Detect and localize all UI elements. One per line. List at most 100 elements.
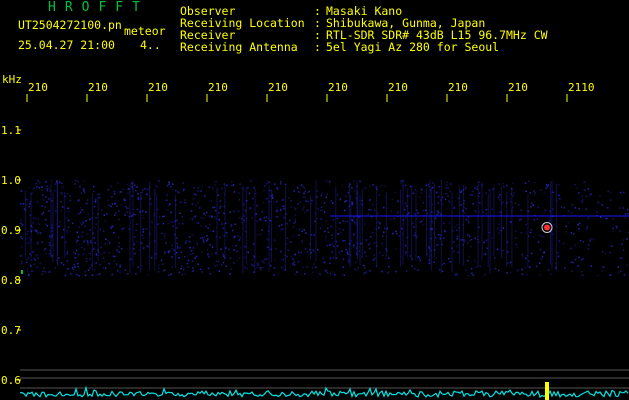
noise-pixel	[219, 236, 221, 239]
noise-pixel	[590, 237, 592, 240]
noise-pixel	[244, 266, 246, 269]
noise-pixel	[77, 236, 80, 238]
noise-pixel	[237, 210, 240, 212]
noise-pixel	[67, 226, 70, 229]
noise-pixel	[83, 211, 86, 213]
noise-pixel	[274, 183, 276, 185]
noise-pixel	[413, 234, 415, 237]
noise-pixel	[577, 265, 579, 267]
noise-pixel	[582, 258, 585, 260]
noise-pixel	[222, 253, 224, 255]
noise-pixel	[560, 206, 563, 208]
noise-pixel	[448, 257, 450, 260]
noise-pixel	[208, 256, 210, 258]
noise-pixel	[60, 209, 62, 212]
noise-pixel	[108, 252, 110, 254]
noise-pixel	[547, 184, 549, 186]
noise-pixel	[390, 210, 392, 212]
noise-pixel	[433, 261, 436, 264]
noise-pixel	[336, 217, 339, 220]
noise-pixel	[124, 269, 126, 271]
noise-pixel	[339, 198, 342, 200]
noise-pixel	[171, 247, 174, 250]
noise-pixel	[36, 243, 39, 245]
noise-pixel	[419, 221, 422, 223]
noise-pixel	[533, 219, 536, 221]
noise-pixel	[248, 192, 251, 195]
noise-pixel	[140, 192, 142, 194]
noise-pixel	[219, 200, 222, 202]
noise-pixel	[364, 251, 366, 254]
noise-pixel	[221, 223, 223, 225]
noise-pixel	[65, 241, 67, 244]
noise-pixel	[329, 257, 332, 260]
noise-pixel	[62, 264, 65, 266]
noise-pixel	[422, 224, 424, 226]
noise-pixel	[113, 260, 116, 262]
noise-pixel	[287, 197, 290, 199]
noise-pixel	[217, 194, 220, 196]
time-ticks: 210 210 210 210 210 210 210 210 210 2110	[26, 81, 595, 102]
noise-pixel	[578, 222, 581, 225]
noise-pixel	[612, 227, 614, 230]
noise-pixel	[48, 241, 51, 244]
noise-pixel	[506, 184, 508, 187]
noise-pixel	[187, 266, 190, 268]
noise-pixel	[445, 193, 448, 195]
noise-pixel	[74, 183, 76, 185]
noise-pixel	[275, 248, 277, 250]
noise-pixel	[585, 195, 588, 198]
noise-pixel	[223, 255, 225, 257]
noise-pixel	[203, 212, 205, 215]
noise-pixel	[191, 260, 194, 262]
noise-pixel	[48, 210, 50, 212]
noise-pixel	[338, 251, 340, 254]
noise-pixel	[557, 184, 560, 186]
noise-pixel	[525, 232, 527, 234]
noise-pixel	[434, 237, 437, 239]
noise-pixel	[626, 264, 628, 266]
noise-pixel	[411, 265, 413, 267]
noise-pixel	[342, 258, 345, 260]
noise-pixel	[48, 187, 50, 189]
noise-pixel	[513, 192, 515, 194]
noise-pixel	[169, 203, 171, 205]
noise-pixel	[373, 254, 375, 256]
noise-pixel	[565, 225, 567, 227]
noise-pixel	[108, 204, 110, 206]
noise-pixel	[587, 248, 590, 250]
noise-pixel	[341, 184, 343, 187]
noise-pixel	[78, 226, 81, 228]
noise-pixel	[166, 209, 168, 212]
noise-pixel	[273, 201, 275, 203]
noise-pixel	[413, 268, 416, 270]
noise-pixel	[395, 230, 397, 232]
noise-pixel	[343, 274, 345, 276]
noise-pixel	[209, 272, 212, 275]
noise-pixel	[201, 185, 203, 187]
noise-pixel	[372, 203, 374, 206]
noise-pixel	[408, 212, 410, 214]
noise-pixel	[143, 237, 145, 239]
noise-pixel	[290, 206, 292, 208]
noise-pixel	[326, 193, 328, 195]
noise-pixel	[344, 209, 346, 212]
noise-pixel	[173, 249, 175, 252]
noise-pixel	[79, 244, 81, 246]
noise-pixel	[325, 269, 327, 272]
noise-pixel	[521, 256, 524, 258]
noise-pixel	[463, 188, 466, 191]
noise-pixel	[118, 251, 120, 253]
noise-pixel	[113, 190, 115, 193]
noise-pixel	[93, 206, 96, 208]
noise-pixel	[264, 220, 267, 222]
noise-pixel	[436, 244, 438, 246]
noise-pixel	[330, 243, 332, 245]
noise-pixel	[293, 264, 296, 266]
noise-pixel	[61, 182, 63, 185]
noise-pixel	[384, 227, 386, 230]
noise-pixel	[64, 274, 67, 277]
noise-pixel	[474, 209, 477, 212]
noise-pixel	[257, 263, 259, 266]
noise-pixel	[72, 251, 75, 254]
